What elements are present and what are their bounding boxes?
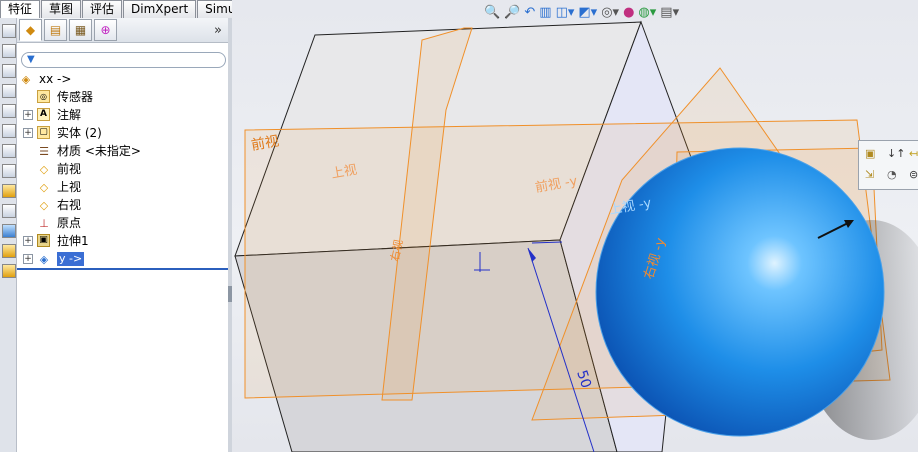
rollback-bar[interactable]	[17, 268, 228, 270]
tree-item-sensors[interactable]: ◎ 传感器	[17, 88, 228, 106]
tree-item-label: 右视	[57, 198, 82, 212]
configuration-manager-tab[interactable]: ▦	[69, 19, 92, 41]
curves-tool-icon[interactable]	[2, 264, 16, 278]
tree-item-label: 前视	[57, 162, 82, 176]
tree-root[interactable]: ◈ xx ->	[17, 70, 228, 88]
tree-item-right-plane[interactable]: ◇ 右视	[17, 196, 228, 214]
expand-toggle[interactable]: +	[23, 110, 33, 120]
sensor-icon: ◎	[37, 90, 50, 103]
draft-tool-icon[interactable]	[2, 204, 16, 218]
dimxpert-manager-icon: ⊕	[100, 23, 111, 37]
tree-item-label: 原点	[57, 216, 82, 230]
left-toolbar	[0, 18, 17, 452]
tab-features[interactable]: 特征	[0, 0, 41, 19]
part-reference-icon: ◈	[39, 252, 49, 266]
property-manager-icon: ▤	[49, 23, 62, 37]
panel-tabs: ◆ ▤ ▦ ⊕ »	[17, 18, 228, 43]
tree-item-label: 拉伸1	[57, 234, 89, 248]
tab-evaluate[interactable]: 评估	[82, 0, 123, 18]
feature-manager-tab[interactable]: ◆	[19, 19, 42, 41]
appearance-icon[interactable]: ●	[623, 4, 634, 22]
graphics-area[interactable]: 前视 上视 前视 -y 上视 -y 右视 右视 -y 50 🔍 🔎 ↶ ▥ ◫▾…	[232, 0, 918, 452]
expand-toggle[interactable]: +	[23, 254, 33, 264]
configuration-manager-icon: ▦	[74, 23, 87, 37]
zoom-to-fit-icon[interactable]: 🔍	[484, 4, 500, 22]
tree-item-label: 传感器	[57, 90, 94, 104]
hide-show-icon[interactable]: ◎▾	[601, 4, 619, 22]
tree-item-label: 注解	[57, 108, 82, 122]
extrude-tool-icon[interactable]	[2, 24, 16, 38]
tree-item-solid-bodies[interactable]: + ▢ 实体 (2)	[17, 124, 228, 142]
plane-icon: ◇	[39, 180, 49, 194]
tree-item-material[interactable]: ☰ 材质 <未指定>	[17, 142, 228, 160]
expand-toggle[interactable]: +	[23, 236, 33, 246]
zoom-area-icon[interactable]: 🔎	[504, 4, 520, 22]
tree-item-label: 材质 <未指定>	[57, 144, 141, 158]
expand-panel-button[interactable]: »	[214, 23, 222, 38]
fillet-tool-icon[interactable]	[2, 124, 16, 138]
select-other-icon[interactable]: ⇲	[865, 168, 874, 182]
annotation-icon: A	[37, 108, 50, 121]
extrude-icon: ▣	[37, 234, 50, 247]
expand-toggle[interactable]: +	[23, 128, 33, 138]
filter-icon: ▼	[27, 54, 35, 65]
tree-item-label: 实体 (2)	[57, 126, 102, 140]
feature-tree: ◈ xx -> ◎ 传感器 + A 注解 + ▢ 实体 (2) ☰ 材质 <未指…	[17, 70, 228, 268]
feature-manager-panel: ◆ ▤ ▦ ⊕ » ▼ ◈ xx -> ◎ 传感器 + A 注解 + ▢ 实体 …	[17, 18, 229, 452]
dimxpert-manager-tab[interactable]: ⊕	[94, 19, 117, 41]
edit-feature-icon[interactable]: ▣	[865, 147, 875, 161]
loft-tool-icon[interactable]	[2, 84, 16, 98]
sort-icon[interactable]: ↓↑	[887, 147, 905, 161]
tree-item-label: 上视	[57, 180, 82, 194]
view-settings-icon[interactable]: ▤▾	[660, 4, 679, 22]
revolve-tool-icon[interactable]	[2, 44, 16, 58]
model-view: 前视 上视 前视 -y 上视 -y 右视 右视 -y 50	[234, 20, 918, 452]
scene-icon[interactable]: ◍▾	[638, 4, 656, 22]
tree-item-y-reference[interactable]: + ◈ y ->	[17, 250, 228, 268]
cut-tool-icon[interactable]	[2, 104, 16, 118]
display-style-icon[interactable]: ◩▾	[578, 4, 597, 22]
origin-icon: ⊥	[39, 216, 49, 230]
zoom-to-selection-icon[interactable]: ◔	[887, 168, 897, 182]
tree-item-annotations[interactable]: + A 注解	[17, 106, 228, 124]
rib-tool-icon[interactable]	[2, 184, 16, 198]
context-toolbar: ▣ ↓↑ ↤ ⇲ ◔ ⊜	[858, 140, 918, 190]
section-view-icon[interactable]: ▥	[539, 4, 551, 22]
material-icon: ☰	[39, 144, 49, 158]
reference-geometry-icon[interactable]	[2, 244, 16, 258]
tree-item-extrude1[interactable]: + ▣ 拉伸1	[17, 232, 228, 250]
more-icon[interactable]: ⊜	[909, 168, 918, 182]
rollback-icon[interactable]: ↤	[909, 147, 918, 161]
tree-item-front-plane[interactable]: ◇ 前视	[17, 160, 228, 178]
tab-sketch[interactable]: 草图	[41, 0, 82, 18]
tree-item-origin[interactable]: ⊥ 原点	[17, 214, 228, 232]
property-manager-tab[interactable]: ▤	[44, 19, 67, 41]
tree-item-label: y ->	[57, 252, 85, 266]
sphere-body[interactable]	[595, 147, 885, 437]
tree-root-label: xx ->	[39, 72, 72, 86]
feature-manager-icon: ◆	[25, 23, 36, 37]
sweep-tool-icon[interactable]	[2, 64, 16, 78]
solid-bodies-icon: ▢	[37, 126, 50, 139]
part-icon: ◈	[21, 72, 31, 86]
tree-item-top-plane[interactable]: ◇ 上视	[17, 178, 228, 196]
chamfer-tool-icon[interactable]	[2, 144, 16, 158]
plane-icon: ◇	[39, 198, 49, 212]
plane-icon: ◇	[39, 162, 49, 176]
previous-view-icon[interactable]: ↶	[524, 4, 535, 22]
view-orientation-icon[interactable]: ◫▾	[556, 4, 575, 22]
tab-dimxpert[interactable]: DimXpert	[123, 0, 197, 18]
heads-up-view-toolbar: 🔍 🔎 ↶ ▥ ◫▾ ◩▾ ◎▾ ● ◍▾ ▤▾	[484, 3, 683, 23]
pattern-tool-icon[interactable]	[2, 224, 16, 238]
tree-filter-input[interactable]: ▼	[21, 52, 226, 68]
shell-tool-icon[interactable]	[2, 164, 16, 178]
